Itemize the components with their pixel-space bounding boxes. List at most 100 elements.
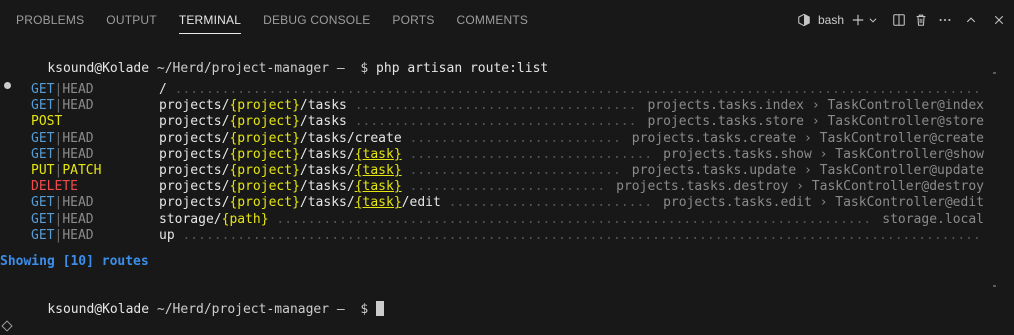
terminal-output[interactable]: ksound@Kolade ~/Herd/project-manager – $… xyxy=(0,40,1000,333)
tab-label: PROBLEMS xyxy=(16,13,85,27)
http-method: GET xyxy=(31,146,55,162)
route-methods: PUT|PATCH xyxy=(31,163,101,179)
close-icon[interactable] xyxy=(984,14,1014,26)
http-method: HEAD xyxy=(62,146,94,162)
http-method: HEAD xyxy=(62,98,94,114)
route-segment: projects/ xyxy=(159,130,230,146)
tab-label: TERMINAL xyxy=(178,13,242,27)
route-methods: GET|HEAD xyxy=(31,131,94,147)
prompt-path: ~/Herd/project-manager xyxy=(156,61,330,77)
http-method: GET xyxy=(31,195,55,211)
route-segment: up xyxy=(159,227,175,243)
dot-leader: .......................... xyxy=(448,195,653,211)
http-method: GET xyxy=(31,130,55,146)
route-name: projects.tasks.index › TaskController@in… xyxy=(647,98,984,114)
route-methods: GET|HEAD xyxy=(31,98,94,114)
route-row: GET|HEAD projects/{project}/tasks/{task}.… xyxy=(0,147,1000,163)
tab-label: DEBUG CONSOLE xyxy=(263,13,371,27)
prompt-symbol: $ xyxy=(360,302,369,318)
route-segment: /tasks/ xyxy=(299,195,355,211)
http-method: GET xyxy=(31,211,55,227)
route-path: projects/{project}/tasks/{task} xyxy=(159,163,402,179)
http-method: POST xyxy=(31,114,63,130)
route-param: {project} xyxy=(229,195,300,211)
tab-debug-console[interactable]: DEBUG CONSOLE xyxy=(252,0,381,40)
terminal-cursor xyxy=(376,301,385,317)
route-name: projects.tasks.create › TaskController@c… xyxy=(631,130,984,146)
route-methods: GET|HEAD xyxy=(31,212,94,228)
route-segment: projects/ xyxy=(159,114,230,130)
route-segment: /tasks xyxy=(299,114,347,130)
scrollbar-marker xyxy=(993,285,996,287)
route-segment: / xyxy=(159,82,167,97)
route-param: {project} xyxy=(229,130,300,146)
route-segment: /tasks xyxy=(299,98,347,114)
scrollbar-marker xyxy=(993,72,996,74)
trash-icon[interactable] xyxy=(910,13,932,27)
route-segment: /edit xyxy=(401,195,441,211)
route-path: projects/{project}/tasks xyxy=(159,98,347,114)
plus-icon[interactable] xyxy=(850,13,866,27)
prompt-separator: – xyxy=(336,302,345,318)
tab-output[interactable]: OUTPUT xyxy=(95,0,168,40)
http-method: GET xyxy=(31,227,55,243)
route-segment: projects/ xyxy=(159,98,230,114)
route-row: GET|HEAD storage/{path}..................… xyxy=(0,212,1000,228)
chevron-down-icon[interactable] xyxy=(866,15,880,25)
split-terminal-icon[interactable] xyxy=(888,13,910,27)
route-param: {task} xyxy=(354,179,402,195)
route-methods: GET|HEAD xyxy=(31,82,94,98)
route-row: GET|HEAD projects/{project}/tasks/{task}/… xyxy=(0,195,1000,211)
tab-problems[interactable]: PROBLEMS xyxy=(0,0,95,40)
prompt-line: ksound@Kolade ~/Herd/project-manager – $… xyxy=(0,45,548,89)
terminal-shell-icon[interactable] xyxy=(794,13,814,27)
http-method: HEAD xyxy=(62,130,94,146)
active-tab-indicator xyxy=(178,33,242,34)
http-method: DELETE xyxy=(31,179,78,195)
route-param: {project} xyxy=(229,98,300,114)
tab-ports[interactable]: PORTS xyxy=(381,0,445,40)
prompt-line-current: ksound@Kolade ~/Herd/project-manager – $ xyxy=(0,285,385,333)
route-segment: /tasks/ xyxy=(299,163,355,178)
dot-leader: ........................................… xyxy=(182,227,981,243)
route-param: {project} xyxy=(229,179,300,195)
http-method: HEAD xyxy=(62,195,94,211)
route-param: {task} xyxy=(354,163,402,178)
dot-leader: ........................................… xyxy=(174,82,981,97)
route-segment: /tasks/create xyxy=(299,130,402,146)
tab-terminal[interactable]: TERMINAL xyxy=(168,0,252,40)
prompt-separator: – xyxy=(336,61,345,77)
dot-leader: ........................... xyxy=(409,163,621,178)
route-segment: projects/ xyxy=(159,163,230,178)
tab-comments[interactable]: COMMENTS xyxy=(446,0,540,40)
route-methods: GET|HEAD xyxy=(31,195,94,211)
route-path: up xyxy=(159,228,175,244)
command-text: php artisan route:list xyxy=(376,61,549,77)
chevron-up-icon[interactable] xyxy=(958,14,984,26)
dot-leader: ........................... xyxy=(409,130,621,146)
tab-label: PORTS xyxy=(392,13,435,27)
route-param: {project} xyxy=(229,163,300,178)
terminal-actions: bash xyxy=(794,0,1014,40)
http-method: PUT xyxy=(31,163,55,178)
route-param: {project} xyxy=(229,146,300,162)
panel-header: PROBLEMS OUTPUT TERMINAL DEBUG CONSOLE P… xyxy=(0,0,1014,40)
dot-leader: ......................... xyxy=(409,179,606,195)
route-path: storage/{path} xyxy=(159,212,269,228)
http-method: HEAD xyxy=(62,82,94,97)
route-row: PUT|PATCH projects/{project}/tasks/{task}… xyxy=(0,163,1000,179)
dot-leader: .................................... xyxy=(354,98,637,114)
route-path: projects/{project}/tasks/create xyxy=(159,131,402,147)
route-row: GET|HEAD up..............................… xyxy=(0,228,1000,244)
http-method: PATCH xyxy=(62,163,102,178)
route-segment: storage/ xyxy=(159,211,222,227)
dot-leader: ........................................… xyxy=(276,211,872,227)
route-name: projects.tasks.update › TaskController@u… xyxy=(631,163,984,178)
route-segment: /tasks/ xyxy=(299,146,355,162)
route-path: projects/{project}/tasks/{task} xyxy=(159,147,402,163)
ellipsis-icon[interactable] xyxy=(932,13,958,27)
route-segment: projects/ xyxy=(159,146,230,162)
route-path: projects/{project}/tasks/{task} xyxy=(159,179,402,195)
shell-name[interactable]: bash xyxy=(818,13,844,27)
route-path: projects/{project}/tasks xyxy=(159,114,347,130)
